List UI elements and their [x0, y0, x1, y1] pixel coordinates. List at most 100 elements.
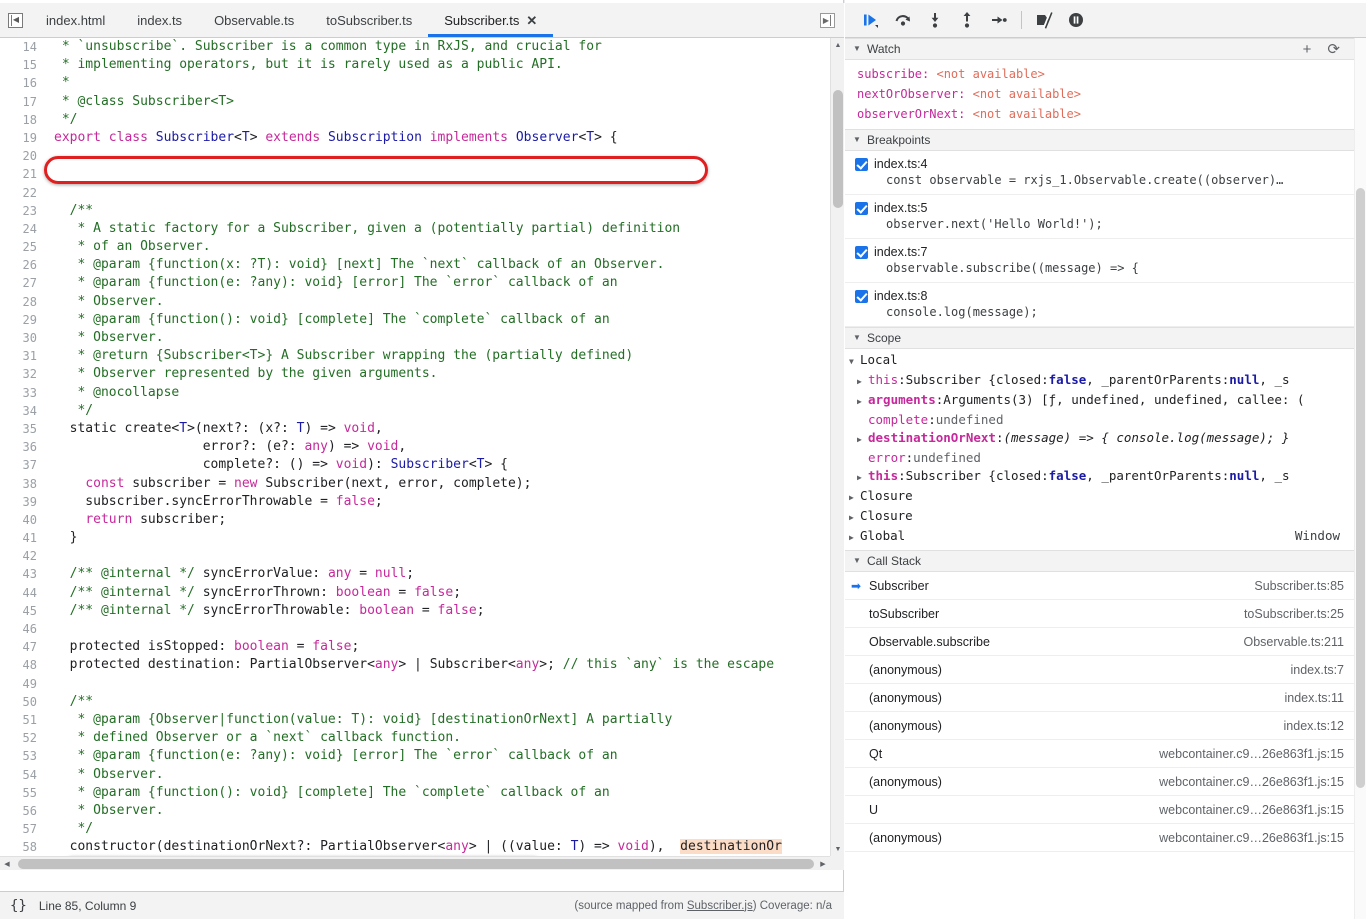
scope-group-closure[interactable]: ▶Closure [845, 507, 1366, 527]
call-stack-frame[interactable]: (anonymous)index.ts:11 [845, 684, 1366, 712]
scope-section-header[interactable]: ▼ Scope [845, 327, 1366, 349]
line-number[interactable]: 23 [0, 202, 46, 220]
line-number[interactable]: 20 [0, 147, 46, 165]
line-number[interactable]: 14 [0, 38, 46, 56]
call-stack-frame[interactable]: Uwebcontainer.c9…26e863f1.js:15 [845, 796, 1366, 824]
line-number[interactable]: 54 [0, 766, 46, 784]
breakpoint-location[interactable]: index.ts:4 [874, 156, 1283, 172]
line-number[interactable]: 18 [0, 111, 46, 129]
call-stack-frame[interactable]: (anonymous)webcontainer.c9…26e863f1.js:1… [845, 824, 1366, 852]
add-watch-expression-button[interactable]: + [1303, 42, 1312, 57]
code-line[interactable]: 50 /** [0, 693, 830, 711]
code-line[interactable]: 57 */ [0, 820, 830, 838]
code-line[interactable]: 39 subscriber.syncErrorThrowable = false… [0, 493, 830, 511]
call-stack-frame[interactable]: Qtwebcontainer.c9…26e863f1.js:15 [845, 740, 1366, 768]
pretty-print-icon[interactable]: {} [10, 898, 27, 914]
code-line[interactable]: 27 * @param {function(e: ?any): void} [e… [0, 274, 830, 292]
code-line[interactable]: 36 error?: (e?: any) => void, [0, 438, 830, 456]
line-number[interactable]: 55 [0, 784, 46, 802]
code-line[interactable]: 48 protected destination: PartialObserve… [0, 656, 830, 674]
call-stack-frame[interactable]: Observable.subscribeObservable.ts:211 [845, 628, 1366, 656]
scope-property[interactable]: ▶this: Subscriber {closed: false, _paren… [845, 467, 1366, 487]
scroll-left-arrow-icon[interactable]: ◀ [0, 857, 14, 870]
call-stack-frame[interactable]: (anonymous)index.ts:7 [845, 656, 1366, 684]
chevron-down-icon[interactable]: ▼ [853, 45, 865, 53]
breakpoint-item[interactable]: index.ts:5observer.next('Hello World!'); [845, 195, 1366, 239]
chevron-down-icon[interactable]: ▼ [853, 557, 865, 565]
code-horizontal-scroll-thumb[interactable] [18, 859, 814, 869]
step-over-next-function-call-button[interactable] [887, 6, 919, 34]
code-line[interactable]: 30 * Observer. [0, 329, 830, 347]
call-stack-section-header[interactable]: ▼ Call Stack [845, 550, 1366, 572]
code-line[interactable]: 33 * @nocollapse [0, 384, 830, 402]
editor-tab-index-html[interactable]: index.html [30, 3, 121, 37]
code-line[interactable]: 14 * `unsubscribe`. Subscriber is a comm… [0, 38, 830, 56]
line-number[interactable]: 46 [0, 620, 46, 638]
line-number[interactable]: 22 [0, 184, 46, 202]
scroll-down-arrow-icon[interactable]: ▼ [831, 842, 844, 856]
line-number[interactable]: 44 [0, 584, 46, 602]
code-line[interactable]: 52 * defined Observer or a `next` callba… [0, 729, 830, 747]
code-line[interactable]: 51 * @param {Observer|function(value: T)… [0, 711, 830, 729]
line-number[interactable]: 48 [0, 656, 46, 674]
code-line[interactable]: 29 * @param {function(): void} [complete… [0, 311, 830, 329]
code-horizontal-scrollbar[interactable]: ◀ ▶ [0, 856, 830, 870]
tab-scroll-left-button[interactable]: ◀ [0, 3, 30, 37]
code-line[interactable]: 26 * @param {function(x: ?T): void} [nex… [0, 256, 830, 274]
code-line[interactable]: 19export class Subscriber<T> extends Sub… [0, 129, 830, 147]
breakpoint-location[interactable]: index.ts:7 [874, 244, 1139, 260]
chevron-right-icon[interactable]: ▶ [857, 373, 868, 391]
line-number[interactable]: 53 [0, 747, 46, 765]
line-number[interactable]: 47 [0, 638, 46, 656]
breakpoint-item[interactable]: index.ts:4const observable = rxjs_1.Obse… [845, 151, 1366, 195]
code-line[interactable]: 17 * @class Subscriber<T> [0, 93, 830, 111]
line-number[interactable]: 35 [0, 420, 46, 438]
code-line[interactable]: 49 [0, 675, 830, 693]
scope-group-local[interactable]: ▼Local [845, 351, 1366, 371]
code-line[interactable]: 16 * [0, 74, 830, 92]
editor-tab-observable-ts[interactable]: Observable.ts [198, 3, 310, 37]
call-stack-frame[interactable]: (anonymous)index.ts:12 [845, 712, 1366, 740]
code-line[interactable]: 42 [0, 547, 830, 565]
chevron-right-icon[interactable]: ▶ [857, 469, 868, 487]
refresh-watch-button[interactable]: ⟳ [1327, 42, 1340, 57]
step-button[interactable] [983, 6, 1015, 34]
code-line[interactable]: 15 * implementing operators, but it is r… [0, 56, 830, 74]
line-number[interactable]: 40 [0, 511, 46, 529]
line-number[interactable]: 39 [0, 493, 46, 511]
editor-tab-tosubscriber-ts[interactable]: toSubscriber.ts [310, 3, 428, 37]
breakpoint-checkbox[interactable] [855, 202, 868, 215]
resume-script-execution-button[interactable] [855, 6, 887, 34]
scope-property[interactable]: ▶arguments: Arguments(3) [ƒ, undefined, … [845, 391, 1366, 411]
line-number[interactable]: 52 [0, 729, 46, 747]
call-stack-frame[interactable]: ➡SubscriberSubscriber.ts:85 [845, 572, 1366, 600]
editor-tab-subscriber-ts[interactable]: Subscriber.ts✕ [428, 3, 553, 37]
chevron-right-icon[interactable]: ▶ [849, 489, 860, 507]
call-stack-frame[interactable]: toSubscribertoSubscriber.ts:25 [845, 600, 1366, 628]
breakpoint-checkbox[interactable] [855, 290, 868, 303]
editor-tab-index-ts[interactable]: index.ts [121, 3, 198, 37]
code-line[interactable]: 34 */ [0, 402, 830, 420]
line-number[interactable]: 42 [0, 547, 46, 565]
chevron-down-icon[interactable]: ▼ [849, 353, 860, 371]
breakpoint-location[interactable]: index.ts:5 [874, 200, 1103, 216]
source-map-link[interactable]: Subscriber.js [687, 900, 753, 912]
line-number[interactable]: 49 [0, 675, 46, 693]
code-line[interactable]: 35 static create<T>(next?: (x?: T) => vo… [0, 420, 830, 438]
line-number[interactable]: 56 [0, 802, 46, 820]
scroll-right-arrow-icon[interactable]: ▶ [816, 857, 830, 870]
code-line[interactable]: 22 [0, 184, 830, 202]
line-number[interactable]: 37 [0, 456, 46, 474]
chevron-right-icon[interactable]: ▶ [849, 509, 860, 527]
breakpoint-item[interactable]: index.ts:7observable.subscribe((message)… [845, 239, 1366, 283]
pause-on-exceptions-button[interactable] [1060, 6, 1092, 34]
breakpoint-item[interactable]: index.ts:8console.log(message); [845, 283, 1366, 327]
line-number[interactable]: 30 [0, 329, 46, 347]
step-out-of-current-function-button[interactable] [951, 6, 983, 34]
sidebar-scroll-thumb[interactable] [1356, 188, 1365, 788]
scope-group-closure[interactable]: ▶Closure [845, 487, 1366, 507]
scope-property[interactable]: error: undefined [845, 449, 1366, 467]
line-number[interactable]: 16 [0, 74, 46, 92]
code-vertical-scrollbar[interactable]: ▲ ▼ [830, 38, 844, 856]
scroll-up-arrow-icon[interactable]: ▲ [831, 38, 844, 52]
